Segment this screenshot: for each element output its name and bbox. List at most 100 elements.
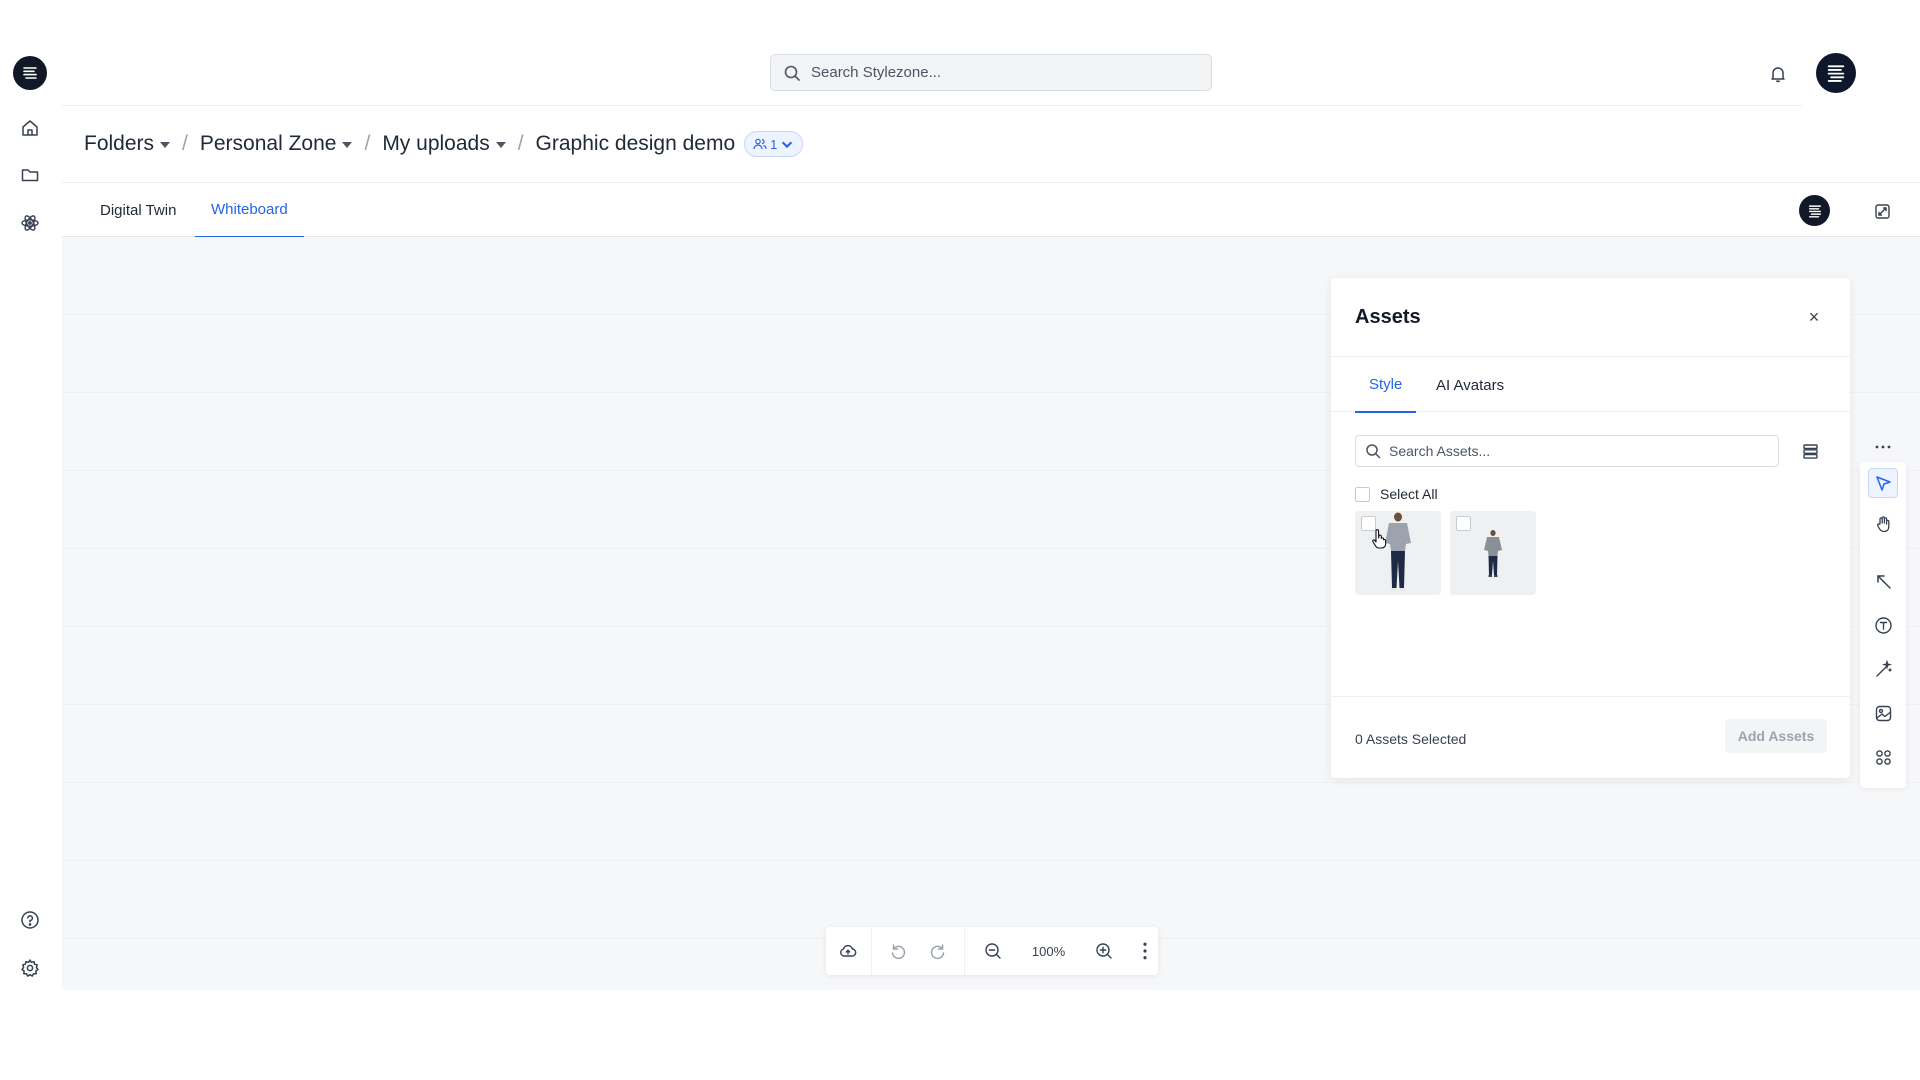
members-badge[interactable]: 1 <box>744 131 804 157</box>
logo-icon <box>23 67 37 79</box>
search-icon <box>1366 444 1381 459</box>
close-icon[interactable]: × <box>1803 306 1825 328</box>
asset-thumbnail[interactable] <box>1450 511 1536 595</box>
text-icon <box>1874 616 1892 634</box>
more-horizontal-icon <box>1875 445 1891 449</box>
save-cloud-button[interactable] <box>834 937 862 965</box>
select-all[interactable]: Select All <box>1355 486 1438 502</box>
zoom-out-icon <box>985 943 1002 959</box>
image-tool[interactable] <box>1868 698 1898 728</box>
members-count: 1 <box>770 136 778 152</box>
list-view-button[interactable] <box>1799 440 1821 462</box>
breadcrumb-folders[interactable]: Folders <box>84 132 171 156</box>
assets-selected-count: 0 Assets Selected <box>1355 731 1467 747</box>
bottom-toolbar: 100% <box>826 927 1158 975</box>
assets-search-input[interactable] <box>1389 443 1769 459</box>
collaborator-avatar[interactable] <box>1799 195 1830 226</box>
asset-checkbox[interactable] <box>1456 516 1471 531</box>
breadcrumb-current: Graphic design demo <box>535 132 736 155</box>
caret-down-icon <box>495 142 506 148</box>
pan-tool[interactable] <box>1868 509 1898 539</box>
help-icon <box>21 911 39 929</box>
global-search-input[interactable] <box>811 64 1191 81</box>
redo-icon <box>930 944 945 960</box>
zoom-in-button[interactable] <box>1090 937 1118 965</box>
notifications-button[interactable] <box>1766 62 1790 86</box>
sidebar-item-folders[interactable] <box>16 161 44 189</box>
text-tool[interactable] <box>1868 610 1898 640</box>
more-options-button[interactable] <box>1132 937 1158 965</box>
left-sidebar <box>0 0 60 990</box>
tab-ai-avatars[interactable]: AI Avatars <box>1436 357 1504 413</box>
chevron-down-icon <box>782 141 793 149</box>
breadcrumb: Folders / Personal Zone / My uploads / G… <box>84 128 804 160</box>
select-all-checkbox[interactable] <box>1355 486 1370 502</box>
assets-search[interactable] <box>1355 435 1779 467</box>
tab-label: Style <box>1369 375 1403 393</box>
hand-pointer-icon <box>1372 529 1387 549</box>
more-vertical-icon <box>1143 942 1147 960</box>
zoom-in-icon <box>1096 943 1112 959</box>
image-icon <box>1875 705 1891 721</box>
global-search[interactable] <box>770 54 1212 91</box>
caret-down-icon <box>342 142 353 148</box>
avatar-logo-icon <box>1827 65 1845 82</box>
search-icon <box>784 65 800 81</box>
avatar-logo-icon <box>1808 204 1821 217</box>
list-view-icon <box>1802 443 1818 459</box>
undo-button[interactable] <box>884 937 912 965</box>
breadcrumb-my-uploads[interactable]: My uploads <box>382 132 506 156</box>
hand-icon <box>1876 515 1889 532</box>
zoom-out-button[interactable] <box>979 937 1007 965</box>
asset-thumbnail[interactable] <box>1355 511 1441 595</box>
magic-wand-icon <box>1875 659 1892 677</box>
tab-whiteboard[interactable]: Whiteboard <box>195 183 304 238</box>
sidebar-item-home[interactable] <box>16 114 44 142</box>
select-tool[interactable] <box>1868 468 1898 498</box>
expand-icon <box>1874 203 1890 219</box>
app-logo[interactable] <box>13 56 47 90</box>
grid-icon <box>1875 749 1891 765</box>
assets-tabs: Style AI Avatars <box>1331 356 1850 413</box>
cursor-icon <box>1875 475 1891 491</box>
assets-title: Assets <box>1355 306 1421 328</box>
arrow-tool[interactable] <box>1868 566 1898 596</box>
breadcrumb-label: My uploads <box>382 132 490 155</box>
breadcrumb-personal-zone[interactable]: Personal Zone <box>200 132 353 156</box>
select-all-label: Select All <box>1380 486 1438 502</box>
gear-icon <box>21 959 39 977</box>
tab-label: Digital Twin <box>100 202 177 219</box>
assets-footer: 0 Assets Selected Add Assets <box>1331 696 1850 778</box>
atom-icon <box>21 215 39 231</box>
tab-label: Whiteboard <box>211 201 288 218</box>
bell-icon <box>1771 67 1785 83</box>
assets-panel: Assets × Style AI Avatars Select All <box>1331 278 1850 778</box>
sidebar-item-help[interactable] <box>16 906 44 934</box>
caret-down-icon <box>160 142 171 148</box>
tab-label: AI Avatars <box>1436 376 1505 394</box>
apps-tool[interactable] <box>1868 742 1898 772</box>
home-icon <box>22 120 38 136</box>
redo-button[interactable] <box>924 937 952 965</box>
users-icon <box>753 138 767 150</box>
arrow-icon <box>1876 574 1891 589</box>
more-options-button[interactable] <box>1872 436 1894 458</box>
breadcrumb-separator: / <box>364 132 371 155</box>
tool-rail <box>1860 462 1906 788</box>
user-avatar[interactable] <box>1816 53 1856 93</box>
expand-button[interactable] <box>1870 199 1894 223</box>
folder-icon <box>21 169 39 182</box>
sidebar-item-settings[interactable] <box>16 954 44 982</box>
breadcrumb-separator: / <box>517 132 524 155</box>
breadcrumb-label: Personal Zone <box>199 132 337 155</box>
breadcrumb-label: Folders <box>84 132 155 155</box>
top-bar <box>62 0 1856 106</box>
undo-icon <box>891 944 905 960</box>
sidebar-item-atom[interactable] <box>16 209 44 237</box>
magic-tool[interactable] <box>1868 654 1898 684</box>
add-assets-button[interactable]: Add Assets <box>1725 719 1827 753</box>
cloud-upload-icon <box>840 944 857 957</box>
tab-digital-twin[interactable]: Digital Twin <box>84 183 192 238</box>
view-tabs: Digital Twin Whiteboard <box>62 182 1920 238</box>
tab-style[interactable]: Style <box>1355 357 1417 413</box>
